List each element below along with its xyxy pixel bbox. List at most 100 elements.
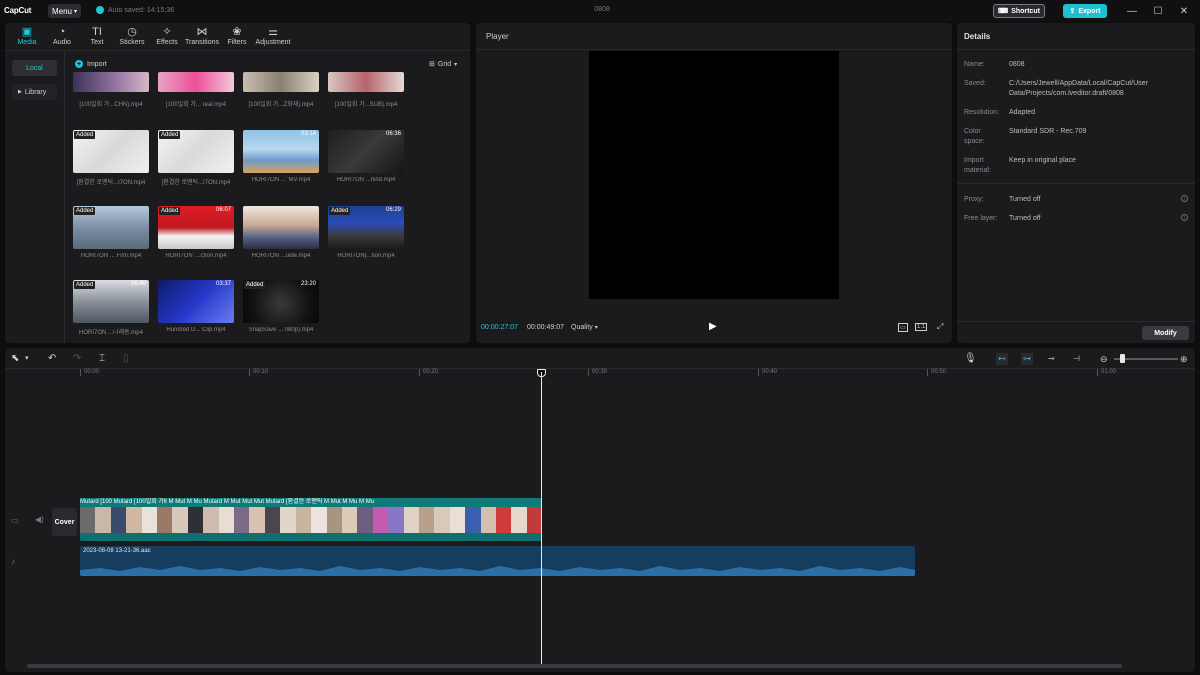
modify-button[interactable]: Modify — [1142, 326, 1189, 340]
media-caption: HORI7ON '...ction.mp4 — [165, 253, 227, 259]
media-item[interactable]: Added 06:46 HORI7ON ...나래동.mp4 — [73, 280, 149, 338]
media-item[interactable]: HORI7ON ...uide.mp4 — [243, 206, 319, 264]
split-icon[interactable]: ⌶ — [99, 353, 105, 365]
added-badge: Added — [159, 207, 181, 215]
tab-filters[interactable]: ❀ Filters — [217, 26, 257, 48]
tab-label: Text — [90, 39, 104, 46]
video-preview[interactable] — [589, 51, 839, 299]
media-caption: [100일회 가...SUB).mp4 — [334, 102, 398, 108]
media-caption: HORI7ON ...' MV.mp4 — [251, 177, 311, 183]
detail-value: Adapted — [1009, 109, 1036, 116]
quality-label: Quality — [571, 324, 593, 331]
audio-track-icon[interactable]: ♪ — [11, 557, 15, 566]
info-icon[interactable]: i — [1181, 195, 1188, 202]
media-item[interactable]: 06:36 HORI7ON ...hind.mp4 — [328, 130, 404, 188]
tab-label: Transitions — [185, 39, 219, 46]
ruler-tick-label: 00:20 — [419, 369, 438, 376]
tab-audio[interactable]: ◔ Audio — [42, 26, 82, 48]
video-track-icon[interactable]: ▭ — [11, 516, 19, 525]
media-item[interactable]: Added 06:29 HORI7ON(...tion.mp4 — [328, 206, 404, 264]
tab-media[interactable]: ▣ Media — [7, 26, 47, 48]
detail-value: Turned off — [1009, 196, 1041, 203]
import-label: Import — [87, 60, 107, 68]
sidebar-item-local[interactable]: Local — [12, 60, 57, 76]
microphone-icon[interactable]: 🎙 — [964, 353, 977, 365]
media-item[interactable]: [100일회 가...CHN).mp4 — [73, 68, 149, 126]
chevron-down-icon[interactable]: ▾ — [25, 353, 29, 365]
media-item[interactable]: 03:14 HORI7ON ...' MV.mp4 — [243, 130, 319, 188]
cover-button[interactable]: Cover — [52, 508, 77, 536]
select-cursor-icon[interactable]: ⬉ — [11, 353, 19, 365]
media-item[interactable]: Added [환결한 로맨틱...I7ON.mp4 — [158, 130, 234, 188]
import-button[interactable]: + Import — [75, 60, 107, 68]
zoom-in-icon[interactable]: ⊕ — [1180, 353, 1188, 365]
audio-clip-track[interactable]: 2023-08-08 13-21-36.aac — [80, 546, 915, 576]
audio-waveform — [80, 566, 915, 576]
maximize-button[interactable]: ☐ — [1150, 3, 1166, 19]
auto-snap-icon[interactable]: ⊶ — [1021, 353, 1033, 365]
redo-icon[interactable]: ↷ — [73, 353, 81, 365]
media-item[interactable]: Added 23:20 SnapSave ... 080p).mp4 — [243, 280, 319, 338]
tab-transitions[interactable]: ⋈ Transitions — [182, 26, 222, 48]
media-item[interactable]: [100일회 가...Z화재).mp4 — [243, 68, 319, 126]
timeline-scrollbar[interactable] — [27, 664, 1122, 668]
media-item[interactable]: 03:37 Hundred D... Clip.mp4 — [158, 280, 234, 338]
media-thumbnail: 03:14 — [243, 130, 319, 173]
tab-text[interactable]: TI Text — [77, 26, 117, 48]
tab-adjustment[interactable]: ⚌ Adjustment — [252, 26, 294, 48]
menu-button[interactable]: Menu ▾ — [48, 4, 81, 18]
delete-icon[interactable]: ▯ — [123, 353, 129, 365]
media-thumbnail: Added 06:07 — [158, 206, 234, 249]
expand-icon[interactable]: ⤢ — [937, 322, 943, 332]
media-thumbnail: 03:37 — [158, 280, 234, 323]
autosave-text: Auto saved: 14:15:36 — [108, 6, 175, 14]
preview-axis-icon[interactable]: ⊣ — [1073, 353, 1080, 365]
added-badge: Added — [244, 281, 266, 289]
media-thumbnail — [73, 72, 149, 92]
shortcut-label: Shortcut — [1011, 7, 1040, 15]
media-caption: [100일회 가...CHN).mp4 — [79, 102, 143, 108]
info-icon[interactable]: i — [1181, 214, 1188, 221]
media-thumbnail — [243, 72, 319, 92]
duration-label: 23:20 — [300, 281, 316, 287]
view-mode-dropdown[interactable]: ⊞ Grid ▾ — [429, 60, 458, 69]
total-timecode: 00:00:49:07 — [527, 324, 564, 331]
audio-icon: ◔ — [58, 26, 66, 38]
media-item[interactable]: [100일회 가... real.mp4 — [158, 68, 234, 126]
playhead[interactable] — [541, 372, 542, 664]
effects-icon: ✧ — [162, 26, 172, 38]
shortcut-button[interactable]: ⌨ Shortcut — [993, 4, 1045, 18]
media-item[interactable]: [100일회 가...SUB).mp4 — [328, 68, 404, 126]
export-button[interactable]: ⇪ Export — [1063, 4, 1107, 18]
play-icon[interactable]: ▶ — [709, 321, 717, 332]
sidebar-item-library[interactable]: ▶ Library — [12, 84, 57, 100]
media-thumbnail — [158, 72, 234, 92]
fullscreen-preview-icon[interactable]: ▭ — [898, 323, 908, 332]
close-button[interactable]: ✕ — [1176, 3, 1192, 19]
media-panel: ▣ Media ◔ Audio TI Text ◷ Stickers ✧ Eff… — [5, 23, 470, 343]
linkage-icon[interactable]: ⊸ — [1048, 353, 1055, 365]
undo-icon[interactable]: ↶ — [48, 353, 56, 365]
quality-dropdown[interactable]: Quality ▾ — [571, 324, 598, 331]
media-caption: HORI7ON(...tion.mp4 — [337, 253, 395, 259]
duration-label: 06:46 — [130, 281, 146, 287]
zoom-out-icon[interactable]: ⊖ — [1100, 353, 1108, 365]
timeline-panel: ⬉ ▾ ↶ ↷ ⌶ ▯ 🎙 ⊷ ⊶ ⊸ ⊣ ⊖ ⊕ 00:00 00:10 00… — [5, 348, 1195, 672]
magnet-link-icon[interactable]: ⊷ — [996, 353, 1008, 365]
speaker-icon[interactable]: ◀) — [35, 515, 44, 524]
tab-stickers[interactable]: ◷ Stickers — [112, 26, 152, 48]
menu-label: Menu — [51, 6, 72, 16]
chevron-down-icon: ▾ — [454, 61, 458, 68]
media-item[interactable]: Added 06:07 HORI7ON '...ction.mp4 — [158, 206, 234, 264]
aspect-ratio-button[interactable]: 1:1 — [915, 323, 928, 331]
minimize-button[interactable]: — — [1124, 3, 1140, 19]
media-item[interactable]: Added HORI7ON ... Film.mp4 — [73, 206, 149, 264]
video-clip-track[interactable]: Mutard [100 Mutard [100일회 가Ⅱ M Mut M Mu … — [80, 498, 542, 541]
zoom-slider-handle[interactable] — [1120, 354, 1125, 363]
detail-value: 0808 — [1009, 61, 1025, 68]
tab-effects[interactable]: ✧ Effects — [147, 26, 187, 48]
time-ruler[interactable]: 00:00 00:10 00:20 00:30 00:40 00:50 01:0… — [80, 369, 1190, 379]
keyboard-icon: ⌨ — [998, 8, 1009, 15]
media-item[interactable]: Added [환결한 로맨틱...I7ON.mp4 — [73, 130, 149, 188]
media-caption: SnapSave ... 080p).mp4 — [248, 327, 314, 333]
